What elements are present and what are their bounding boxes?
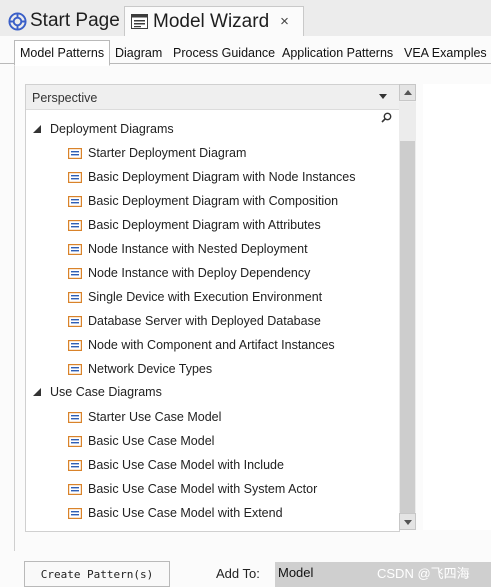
diagram-icon bbox=[68, 243, 82, 255]
pattern-list-item[interactable]: Node Instance with Deploy Dependency bbox=[26, 261, 399, 285]
pattern-list-item[interactable]: Basic Use Case Model bbox=[26, 429, 399, 453]
pattern-item-label: Single Device with Execution Environment bbox=[88, 290, 323, 304]
pattern-list-item[interactable]: Basic Use Case Model with System Actor bbox=[26, 477, 399, 501]
start-page-icon bbox=[8, 11, 27, 31]
pattern-item-label: Starter Deployment Diagram bbox=[88, 146, 247, 160]
pattern-list-item[interactable]: Basic Use Case Model with Extend bbox=[26, 501, 399, 525]
diagram-icon bbox=[68, 315, 82, 327]
model-wizard-icon bbox=[131, 14, 148, 29]
diagram-icon bbox=[68, 363, 82, 375]
diagram-icon bbox=[68, 411, 82, 423]
pattern-list-item[interactable]: Database Server with Deployed Database bbox=[26, 309, 399, 333]
pattern-list-item[interactable]: Node with Component and Artifact Instanc… bbox=[26, 333, 399, 357]
pattern-item-label: Node Instance with Nested Deployment bbox=[88, 242, 308, 256]
expand-toggle-icon[interactable] bbox=[33, 388, 41, 396]
pattern-list-item[interactable]: Network Device Types bbox=[26, 357, 399, 381]
arrow-up-icon bbox=[404, 90, 412, 95]
diagram-icon bbox=[68, 435, 82, 447]
pattern-item-label: Node with Component and Artifact Instanc… bbox=[88, 338, 335, 352]
tree-group[interactable]: Deployment Diagrams bbox=[26, 117, 399, 141]
pattern-list-item[interactable]: Basic Use Case Model with Generalization bbox=[26, 525, 399, 533]
pattern-list-item[interactable]: Single Device with Execution Environment bbox=[26, 285, 399, 309]
pattern-list-item[interactable]: Starter Deployment Diagram bbox=[26, 141, 399, 165]
diagram-icon bbox=[68, 532, 82, 533]
tab-model-wizard[interactable]: Model Wizard × bbox=[124, 6, 304, 36]
pattern-item-label: Basic Use Case Model with Generalization bbox=[88, 530, 324, 531]
tree-group[interactable]: Use Case Diagrams bbox=[26, 380, 399, 404]
diagram-icon bbox=[68, 147, 82, 159]
pattern-item-label: Basic Deployment Diagram with Compositio… bbox=[88, 194, 339, 208]
close-tab-icon[interactable]: × bbox=[280, 13, 289, 30]
pattern-item-label: Basic Use Case Model bbox=[88, 434, 215, 448]
tab-start-page-label: Start Page bbox=[30, 10, 120, 31]
tab-model-patterns[interactable]: Model Patterns bbox=[14, 40, 111, 66]
pattern-item-label: Basic Deployment Diagram with Attributes bbox=[88, 218, 321, 232]
diagram-icon bbox=[68, 267, 82, 279]
watermark-text: CSDN @飞四海 bbox=[377, 566, 470, 581]
tab-start-page[interactable]: Start Page bbox=[4, 6, 122, 36]
diagram-icon bbox=[68, 339, 82, 351]
pattern-item-label: Basic Use Case Model with System Actor bbox=[88, 482, 318, 496]
diagram-icon bbox=[68, 171, 82, 183]
diagram-icon bbox=[68, 459, 82, 471]
pattern-list[interactable]: Deployment Diagrams Starter Deployment Di… bbox=[25, 84, 400, 532]
diagram-icon bbox=[68, 507, 82, 519]
pattern-tree: Deployment Diagrams Starter Deployment Di… bbox=[26, 85, 399, 531]
tree-group-label: Deployment Diagrams bbox=[50, 122, 174, 136]
add-to-value: Model bbox=[278, 565, 314, 580]
perspective-dropdown[interactable]: Perspective bbox=[26, 85, 399, 110]
add-to-label: Add To: bbox=[216, 566, 260, 581]
scroll-up-button[interactable] bbox=[399, 84, 416, 101]
pattern-item-label: Basic Deployment Diagram with Node Insta… bbox=[88, 170, 356, 184]
arrow-down-icon bbox=[404, 520, 412, 525]
tab-application-patterns[interactable]: Application Patterns bbox=[282, 42, 393, 64]
tab-process-guidance[interactable]: Process Guidance bbox=[173, 42, 275, 64]
tab-diagram[interactable]: Diagram bbox=[115, 42, 162, 64]
pattern-list-item[interactable]: Node Instance with Nested Deployment bbox=[26, 237, 399, 261]
pattern-list-item[interactable]: Basic Use Case Model with Include bbox=[26, 453, 399, 477]
diagram-icon bbox=[68, 291, 82, 303]
chevron-down-icon[interactable] bbox=[379, 94, 387, 99]
pattern-item-label: Basic Use Case Model with Include bbox=[88, 458, 284, 472]
scrollbar-track[interactable] bbox=[399, 102, 416, 530]
diagram-icon bbox=[68, 195, 82, 207]
pattern-item-label: Starter Use Case Model bbox=[88, 410, 222, 424]
diagram-icon bbox=[68, 483, 82, 495]
tree-group-label: Use Case Diagrams bbox=[50, 385, 162, 399]
scrollbar-thumb[interactable] bbox=[400, 141, 415, 530]
vertical-scrollbar[interactable] bbox=[399, 84, 416, 530]
pattern-item-label: Basic Use Case Model with Extend bbox=[88, 506, 283, 520]
perspective-label: Perspective bbox=[32, 91, 98, 105]
expand-toggle-icon[interactable] bbox=[33, 125, 41, 133]
pattern-list-item[interactable]: Starter Use Case Model bbox=[26, 405, 399, 429]
diagram-icon bbox=[68, 219, 82, 231]
pattern-preview-pane bbox=[423, 84, 491, 530]
pattern-list-item[interactable]: Basic Deployment Diagram with Compositio… bbox=[26, 189, 399, 213]
pattern-item-label: Database Server with Deployed Database bbox=[88, 314, 321, 328]
pattern-item-label: Network Device Types bbox=[88, 362, 213, 376]
scroll-down-button[interactable] bbox=[399, 513, 416, 530]
pattern-list-item[interactable]: Basic Deployment Diagram with Node Insta… bbox=[26, 165, 399, 189]
pattern-item-label: Node Instance with Deploy Dependency bbox=[88, 266, 311, 280]
document-tab-bar: Start Page Model Wizard × bbox=[0, 0, 491, 36]
tab-model-wizard-label: Model Wizard bbox=[153, 10, 270, 32]
create-patterns-button[interactable]: Create Pattern(s) bbox=[24, 561, 170, 587]
search-icon[interactable] bbox=[381, 112, 392, 123]
pattern-list-item[interactable]: Basic Deployment Diagram with Attributes bbox=[26, 213, 399, 237]
tab-vea-examples[interactable]: VEA Examples bbox=[404, 42, 487, 64]
